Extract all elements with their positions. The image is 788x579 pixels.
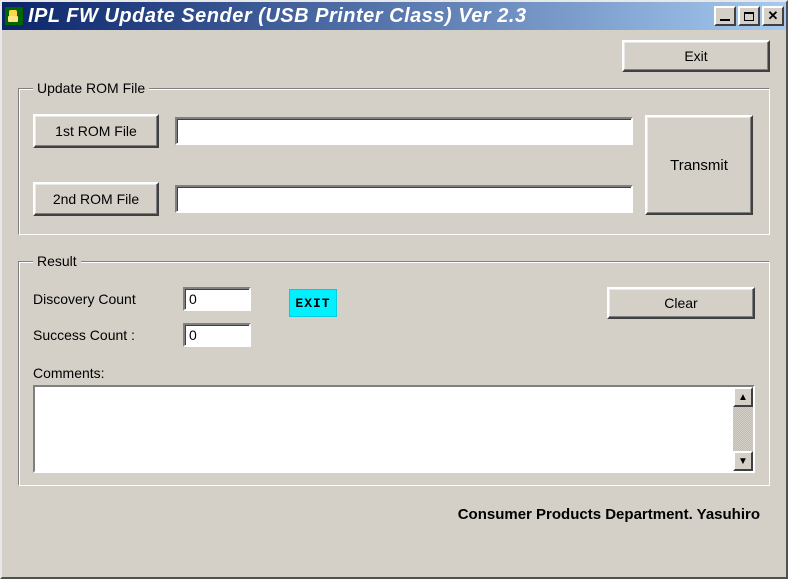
app-icon <box>4 6 24 26</box>
first-rom-file-input[interactable] <box>175 117 633 145</box>
clear-button[interactable]: Clear <box>607 287 755 319</box>
footer-text: Consumer Products Department. Yasuhiro <box>18 504 770 523</box>
success-count-input[interactable] <box>183 323 251 347</box>
discovery-count-label: Discovery Count <box>33 291 183 307</box>
scroll-track[interactable] <box>733 407 753 451</box>
transmit-button[interactable]: Transmit <box>645 115 753 215</box>
client-area: Exit Update ROM File 1st ROM File Transm… <box>2 30 786 577</box>
result-legend: Result <box>33 253 81 269</box>
comments-field-wrap: ▲ ▼ <box>33 385 755 473</box>
close-button[interactable]: ✕ <box>762 6 784 26</box>
exit-badge: EXIT <box>289 289 337 317</box>
discovery-count-input[interactable] <box>183 287 251 311</box>
minimize-button[interactable] <box>714 6 736 26</box>
result-group: Result Discovery Count Success Count : E… <box>18 253 770 486</box>
comments-scrollbar[interactable]: ▲ ▼ <box>733 387 753 471</box>
comments-textarea[interactable] <box>35 387 733 471</box>
first-rom-file-button[interactable]: 1st ROM File <box>33 114 159 148</box>
titlebar: IPL FW Update Sender (USB Printer Class)… <box>2 2 786 30</box>
exit-button[interactable]: Exit <box>622 40 770 72</box>
success-count-label: Success Count : <box>33 327 183 343</box>
app-window: IPL FW Update Sender (USB Printer Class)… <box>0 0 788 579</box>
window-title: IPL FW Update Sender (USB Printer Class)… <box>28 5 527 28</box>
window-controls: ✕ <box>712 6 784 26</box>
second-rom-file-button[interactable]: 2nd ROM File <box>33 182 159 216</box>
scroll-down-button[interactable]: ▼ <box>733 451 753 471</box>
maximize-button[interactable] <box>738 6 760 26</box>
second-rom-file-input[interactable] <box>175 185 633 213</box>
update-rom-legend: Update ROM File <box>33 80 149 96</box>
comments-label: Comments: <box>33 365 755 381</box>
update-rom-group: Update ROM File 1st ROM File Transmit 2n… <box>18 80 770 235</box>
scroll-up-button[interactable]: ▲ <box>733 387 753 407</box>
